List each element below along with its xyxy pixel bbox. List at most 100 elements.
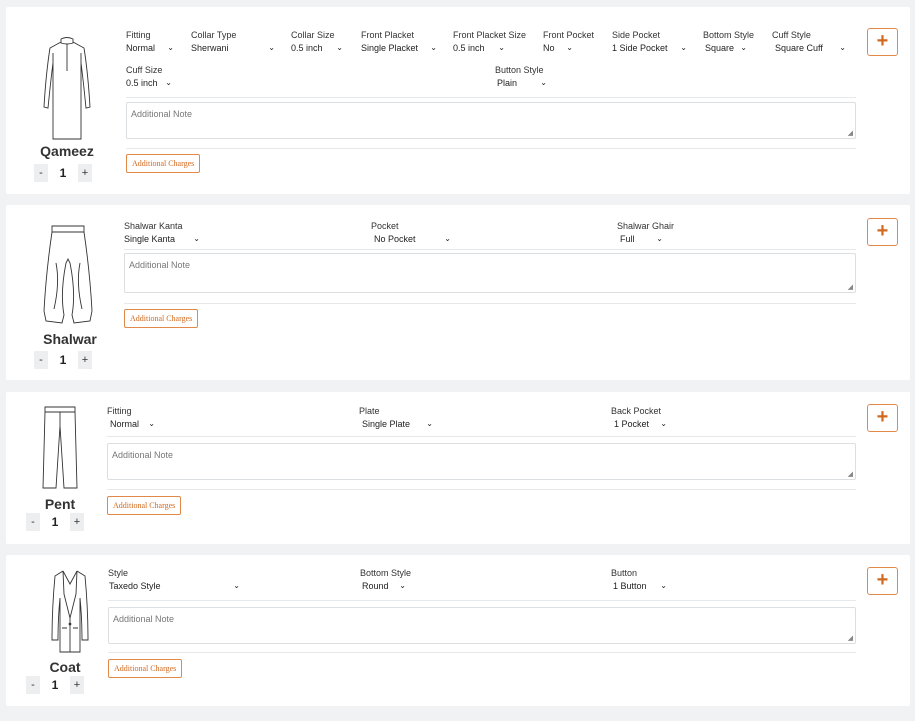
selected-value: 1 Pocket	[614, 419, 650, 429]
increment-button[interactable]: +	[70, 676, 84, 694]
side-pocket-select[interactable]: 1 Side Pocket ⌄	[612, 42, 687, 54]
button-select[interactable]: 1 Button ⌄	[611, 580, 667, 592]
increment-button[interactable]: +	[70, 513, 84, 531]
item-name: Shalwar	[43, 331, 97, 347]
selected-value: Round	[362, 581, 389, 591]
front-pocket-select[interactable]: No ⌄	[543, 42, 573, 54]
chevron-down-icon: ⌄	[399, 581, 406, 590]
divider	[107, 436, 856, 437]
back-pocket-select[interactable]: 1 Pocket ⌄	[611, 418, 667, 430]
selected-value: No	[543, 43, 555, 53]
cuff-size-select[interactable]: 0.5 inch ⌄	[126, 77, 172, 89]
quantity-value[interactable]: 1	[40, 678, 70, 692]
quantity-value[interactable]: 1	[48, 166, 78, 180]
note-placeholder: Additional Note	[113, 614, 175, 624]
divider	[107, 489, 856, 490]
shalwar-kanta-select[interactable]: Single Kanta ⌄	[124, 233, 200, 245]
chevron-down-icon: ⌄	[336, 43, 343, 52]
fitting-select[interactable]: Normal ⌄	[126, 42, 174, 54]
decrement-button[interactable]: -	[26, 513, 40, 531]
field-label: Front Placket	[361, 30, 415, 40]
collar-size-select[interactable]: 0.5 inch ⌄	[291, 42, 343, 54]
fitting-select[interactable]: Normal ⌄	[107, 418, 155, 430]
selected-value: 0.5 inch	[126, 78, 158, 88]
field-label: Cuff Size	[126, 65, 163, 75]
additional-note-input[interactable]: Additional Note ◢	[124, 253, 856, 293]
plate-select[interactable]: Single Plate ⌄	[359, 418, 433, 430]
chevron-down-icon: ⌄	[680, 43, 687, 52]
field-label: Shalwar Kanta	[124, 221, 183, 231]
add-button[interactable]: +	[867, 28, 898, 56]
increment-button[interactable]: +	[78, 164, 92, 182]
chevron-down-icon: ⌄	[444, 234, 451, 243]
chevron-down-icon: ⌄	[656, 234, 663, 243]
front-pocket-field: Front Pocket No ⌄	[543, 30, 594, 54]
resize-handle-icon[interactable]: ◢	[848, 283, 853, 291]
increment-button[interactable]: +	[78, 351, 92, 369]
shalwar-card: Shalwar - 1 + Shalwar Kanta Single Kanta…	[6, 205, 910, 380]
qameez-card: Qameez - 1 + Fitting Normal ⌄ Collar Type…	[6, 7, 910, 194]
button-style-select[interactable]: Plain ⌄	[495, 77, 547, 89]
field-label: Cuff Style	[772, 30, 811, 40]
quantity-value[interactable]: 1	[40, 515, 70, 529]
resize-handle-icon[interactable]: ◢	[848, 129, 853, 137]
add-button[interactable]: +	[867, 218, 898, 246]
quantity-stepper: - 1 +	[34, 351, 92, 369]
cuff-style-field: Cuff Style Square Cuff ⌄	[772, 30, 846, 54]
decrement-button[interactable]: -	[34, 164, 48, 182]
field-label: Button Style	[495, 65, 544, 75]
additional-charges-button[interactable]: Additional Charges	[126, 154, 201, 173]
additional-note-input[interactable]: Additional Note ◢	[126, 102, 856, 139]
decrement-button[interactable]: -	[34, 351, 48, 369]
resize-handle-icon[interactable]: ◢	[848, 634, 853, 642]
chevron-down-icon: ⌄	[148, 419, 155, 428]
plate-field: Plate Single Plate ⌄	[359, 406, 433, 430]
note-placeholder: Additional Note	[131, 109, 193, 119]
pent-card: Pent - 1 + Fitting Normal ⌄ Plate Single …	[6, 392, 910, 544]
shalwar-ghair-select[interactable]: Full ⌄	[617, 233, 663, 245]
additional-charges-button[interactable]: Additional Charges	[108, 659, 183, 678]
note-placeholder: Additional Note	[112, 450, 174, 460]
divider	[124, 249, 856, 250]
add-button[interactable]: +	[867, 404, 898, 432]
additional-charges-button[interactable]: Additional Charges	[107, 496, 182, 515]
chevron-down-icon: ⌄	[660, 419, 667, 428]
selected-value: Sherwani	[191, 43, 229, 53]
chevron-down-icon: ⌄	[839, 43, 846, 52]
coat-card: Coat - 1 + Style Taxedo Style ⌄ Bottom St…	[6, 555, 910, 706]
field-label: Front Placket Size	[453, 30, 527, 40]
bottom-style-select[interactable]: Square ⌄	[703, 42, 747, 54]
selected-value: 1 Side Pocket	[612, 43, 668, 53]
field-label: Back Pocket	[611, 406, 662, 416]
resize-handle-icon[interactable]: ◢	[848, 470, 853, 478]
shalwar-kanta-field: Shalwar Kanta Single Kanta ⌄	[124, 221, 200, 245]
coat-image	[50, 568, 90, 654]
divider	[126, 148, 856, 149]
add-button[interactable]: +	[867, 567, 898, 595]
additional-charges-button[interactable]: Additional Charges	[124, 309, 199, 328]
field-label: Button	[611, 568, 638, 578]
bottom-style-select[interactable]: Round ⌄	[360, 580, 406, 592]
additional-note-input[interactable]: Additional Note ◢	[107, 443, 856, 480]
collar-type-field: Collar Type Sherwani ⌄	[191, 30, 275, 54]
chevron-down-icon: ⌄	[566, 43, 573, 52]
side-pocket-field: Side Pocket 1 Side Pocket ⌄	[612, 30, 687, 54]
chevron-down-icon: ⌄	[233, 581, 240, 590]
back-pocket-field: Back Pocket 1 Pocket ⌄	[611, 406, 667, 430]
collar-type-select[interactable]: Sherwani ⌄	[191, 42, 275, 54]
quantity-value[interactable]: 1	[48, 353, 78, 367]
chevron-down-icon: ⌄	[740, 43, 747, 52]
pocket-select[interactable]: No Pocket ⌄	[371, 233, 451, 245]
decrement-button[interactable]: -	[26, 676, 40, 694]
collar-size-field: Collar Size 0.5 inch ⌄	[291, 30, 343, 54]
fitting-field: Fitting Normal ⌄	[126, 30, 174, 54]
style-select[interactable]: Taxedo Style ⌄	[108, 580, 240, 592]
front-placket-size-select[interactable]: 0.5 inch ⌄	[453, 42, 505, 54]
field-label: Side Pocket	[612, 30, 661, 40]
additional-note-input[interactable]: Additional Note ◢	[108, 607, 856, 644]
cuff-style-select[interactable]: Square Cuff ⌄	[772, 42, 846, 54]
chevron-down-icon: ⌄	[540, 78, 547, 87]
front-placket-select[interactable]: Single Placket ⌄	[361, 42, 437, 54]
selected-value: 1 Button	[613, 581, 647, 591]
divider	[108, 600, 856, 601]
